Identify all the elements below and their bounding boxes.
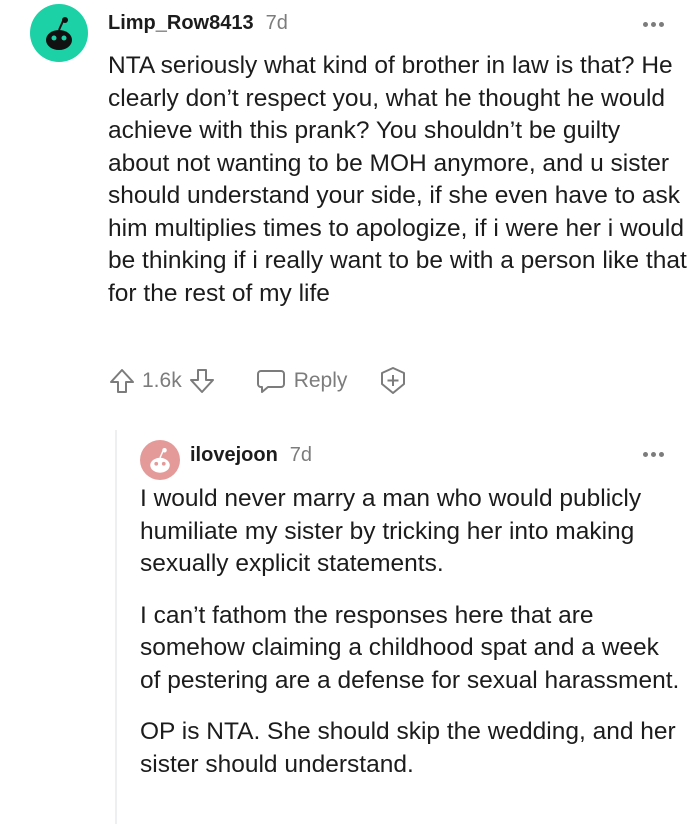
- comment-body: NTA seriously what kind of brother in la…: [108, 50, 688, 329]
- upvote-arrow-icon[interactable]: [108, 367, 136, 395]
- comment-body: I would never marry a man who would publ…: [140, 483, 680, 800]
- vote-score: 1.6k: [142, 369, 182, 392]
- comment-meta: Limp_Row8413 7d: [108, 12, 288, 35]
- comment-ilovejoon: ilovejoon 7d I would never marry a man w…: [0, 430, 700, 824]
- username[interactable]: ilovejoon: [190, 444, 278, 467]
- reply-button[interactable]: Reply: [256, 367, 348, 395]
- snoo-avatar-icon: [150, 448, 170, 473]
- comment-age: 7d: [265, 12, 288, 34]
- comment-paragraph: NTA seriously what kind of brother in la…: [108, 52, 687, 307]
- avatar[interactable]: [30, 4, 88, 62]
- more-options-icon[interactable]: [643, 452, 664, 457]
- comment-meta: ilovejoon 7d: [190, 444, 312, 467]
- reply-bubble-icon: [256, 370, 285, 393]
- comment-actions: 1.6k Reply: [108, 365, 409, 397]
- avatar[interactable]: [140, 440, 180, 480]
- downvote-arrow-icon[interactable]: [188, 367, 216, 395]
- snoo-avatar-icon: [46, 17, 72, 50]
- comment-age: 7d: [289, 444, 313, 466]
- more-options-icon[interactable]: [643, 22, 664, 27]
- username[interactable]: Limp_Row8413: [108, 12, 254, 35]
- comment-limp-row8413: Limp_Row8413 7d NTA seriously what kind …: [0, 0, 700, 410]
- reply-label: Reply: [293, 369, 348, 392]
- comment-paragraph: I can’t fathom the responses here that a…: [140, 601, 680, 694]
- comment-paragraph: OP is NTA. She should skip the wedding, …: [140, 718, 676, 778]
- comment-paragraph: I would never marry a man who would publ…: [140, 485, 642, 577]
- award-plus-icon[interactable]: [377, 365, 409, 397]
